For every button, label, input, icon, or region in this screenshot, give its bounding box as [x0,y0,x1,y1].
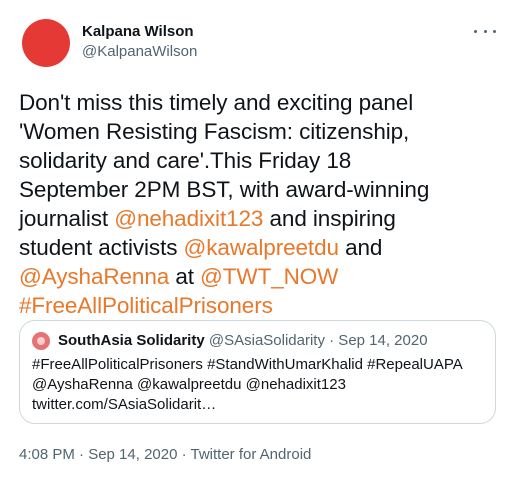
tweet-text-segment: Don't miss this timely and exciting pane… [19,90,414,115]
tweet-text-line: September 2PM BST, with award-winning [19,175,499,204]
tweet-text-segment: solidarity and care'.This Friday 18 [19,148,352,173]
tweet-timestamp[interactable]: 4:08 PM · Sep 14, 2020 · Twitter for And… [19,446,311,464]
tweet-text: Don't miss this timely and exciting pane… [19,88,499,320]
tweet-text-line: #FreeAllPoliticalPrisoners [19,291,499,320]
tweet-text-line: student activists @kawalpreetdu and [19,233,499,262]
author-avatar[interactable] [22,19,70,67]
tweet-text-line: solidarity and care'.This Friday 18 [19,146,499,175]
tweet-text-segment: journalist [19,206,115,231]
tweet-text-line: 'Women Resisting Fascism: citizenship, [19,117,499,146]
tweet-text-segment: 'Women Resisting Fascism: citizenship, [19,119,410,144]
quoted-text-line: #FreeAllPoliticalPrisoners #StandWithUma… [32,356,463,373]
dot [474,29,477,33]
mention-link[interactable]: @TWT_NOW [200,264,338,289]
mention-link[interactable]: @nehadixit123 [114,206,263,231]
author-name[interactable]: Kalpana Wilson [82,23,194,41]
tweet-text-line: Don't miss this timely and exciting pane… [19,88,499,117]
dot [493,29,496,33]
quoted-tweet-text: #FreeAllPoliticalPrisoners #StandWithUma… [32,355,487,415]
tweet-text-segment: at [169,264,201,289]
tweet-text-line: @AyshaRenna at @TWT_NOW [19,262,499,291]
tweet-text-segment: student activists [19,235,184,260]
quoted-author-name: SouthAsia Solidarity [58,332,205,349]
quoted-author-meta: @SAsiaSolidarity · Sep 14, 2020 [208,332,428,349]
mention-link[interactable]: @kawalpreetdu [184,235,339,260]
tweet-text-segment: September 2PM BST, with award-winning [19,177,430,202]
quoted-text-line: @AyshaRenna @kawalpreetdu @nehadixit123 [32,376,346,393]
quoted-text-line: twitter.com/SAsiaSolidarit… [32,396,217,413]
hashtag-link[interactable]: #FreeAllPoliticalPrisoners [19,293,273,318]
author-handle[interactable]: @KalpanaWilson [82,43,197,61]
more-horizontal-icon[interactable] [474,22,496,40]
quoted-tweet-header: SouthAsia Solidarity @SAsiaSolidarity · … [58,332,428,350]
tweet-card: Kalpana Wilson @KalpanaWilson Don't miss… [0,0,515,478]
mention-link[interactable]: @AyshaRenna [19,264,169,289]
tweet-text-line: journalist @nehadixit123 and inspiring [19,204,499,233]
dot [483,29,487,33]
tweet-text-segment: and inspiring [263,206,396,231]
quoted-author-avatar [32,332,50,350]
tweet-text-segment: and [338,235,383,260]
quoted-tweet[interactable]: SouthAsia Solidarity @SAsiaSolidarity · … [19,320,496,424]
